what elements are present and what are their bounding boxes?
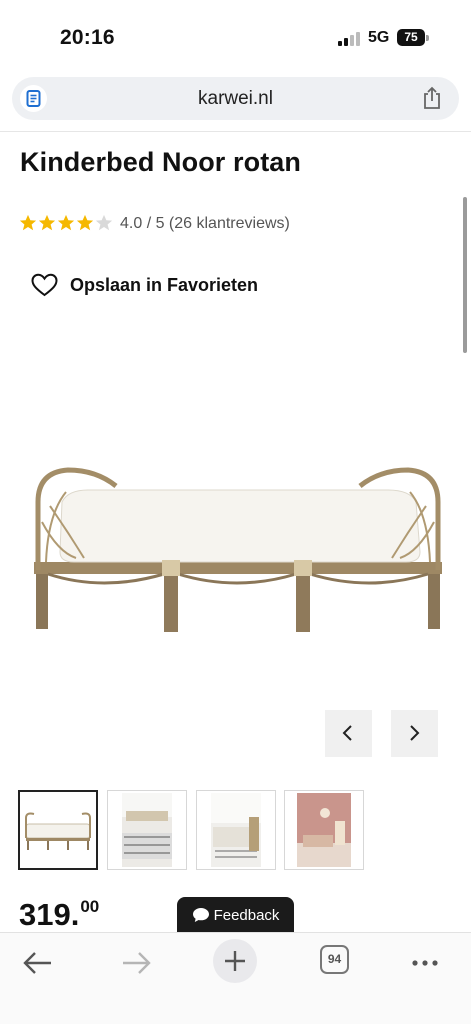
rating-summary[interactable]: 4.0 / 5 (26 klantreviews) [120, 215, 290, 233]
thumbnail-4[interactable] [284, 790, 364, 870]
product-image[interactable] [28, 462, 448, 642]
feedback-label: Feedback [213, 906, 280, 924]
save-favorite-label: Opslaan in Favorieten [70, 274, 259, 295]
url-text[interactable]: karwei.nl [12, 88, 459, 110]
ellipsis-icon [412, 960, 438, 966]
status-bar: 20:16 5G 75 [0, 0, 471, 70]
thumbnail-1[interactable] [18, 790, 98, 870]
more-menu-button[interactable] [409, 943, 441, 983]
battery-tip [426, 35, 429, 41]
chevron-left-icon [342, 725, 352, 741]
plus-icon [225, 951, 245, 971]
product-price: 319.00 [19, 897, 99, 933]
cellular-signal-icon [338, 31, 362, 46]
rating-stars[interactable] [19, 214, 113, 234]
feedback-button[interactable]: Feedback [177, 897, 294, 933]
header-divider [0, 131, 471, 132]
previous-image-button[interactable] [325, 710, 372, 757]
save-favorite-button[interactable]: Opslaan in Favorieten [31, 272, 258, 298]
heart-outline-icon [31, 273, 58, 297]
arrow-right-icon [123, 952, 151, 974]
thumbnail-2[interactable] [107, 790, 187, 870]
new-tab-button[interactable] [213, 939, 257, 983]
star-filled-icon [19, 214, 37, 231]
thumbnail-3[interactable] [196, 790, 276, 870]
product-title: Kinderbed Noor rotan [20, 147, 302, 177]
address-bar[interactable]: karwei.nl [12, 77, 459, 120]
tab-count-button[interactable]: 94 [320, 945, 349, 974]
arrow-left-icon [23, 952, 51, 974]
star-empty-icon [95, 214, 113, 231]
star-filled-icon [76, 214, 94, 231]
share-icon[interactable] [421, 86, 443, 110]
price-cents: 00 [80, 897, 100, 916]
forward-button[interactable] [118, 943, 154, 983]
back-button[interactable] [20, 943, 56, 983]
next-image-button[interactable] [391, 710, 438, 757]
price-main: 319. [19, 897, 80, 932]
page-scrollbar[interactable] [463, 197, 467, 353]
chat-bubble-icon [192, 908, 209, 922]
status-time: 20:16 [60, 26, 115, 49]
star-filled-icon [38, 214, 56, 231]
browser-toolbar: 94 [0, 932, 471, 1024]
star-filled-icon [57, 214, 75, 231]
chevron-right-icon [410, 725, 420, 741]
network-type: 5G [368, 29, 390, 46]
battery-icon: 75 [397, 29, 425, 46]
